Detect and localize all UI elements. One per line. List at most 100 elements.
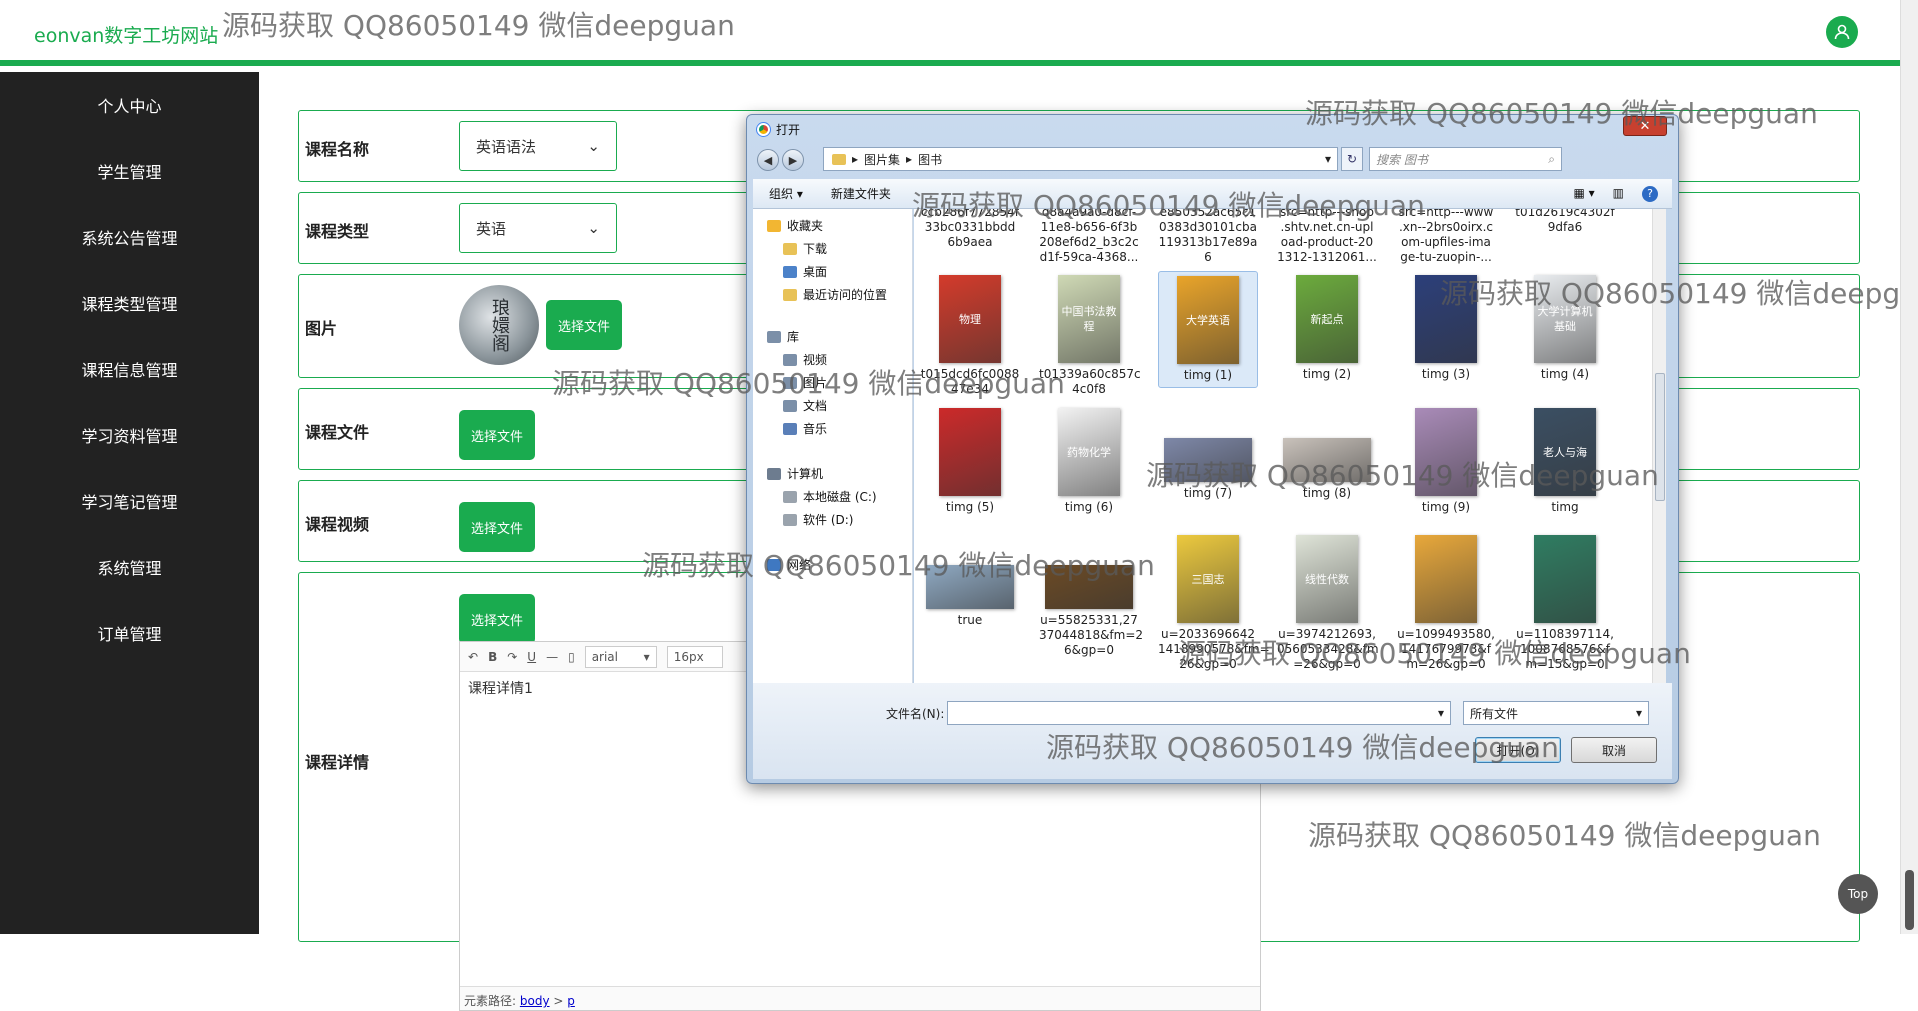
user-avatar-icon[interactable]	[1826, 16, 1858, 48]
chrome-icon	[756, 122, 771, 137]
cancel-button[interactable]: 取消	[1571, 737, 1657, 763]
course-video-label: 课程视频	[305, 515, 370, 534]
address-dropdown-icon[interactable]: ▾	[1325, 152, 1331, 166]
sidebar-item[interactable]: 学生管理	[0, 138, 259, 204]
nav-item[interactable]: 桌面	[783, 263, 827, 280]
file-thumbnail: 大学计算机基础	[1534, 275, 1596, 363]
back-to-top-button[interactable]: Top	[1838, 874, 1878, 914]
filename-input[interactable]: ▾	[947, 701, 1451, 725]
back-icon[interactable]: ◀	[757, 149, 779, 171]
sidebar-item[interactable]: 课程信息管理	[0, 336, 259, 402]
file-thumbnail: 中国书法教程	[1058, 275, 1120, 363]
sidebar-item[interactable]: 学习资料管理	[0, 402, 259, 468]
course-file-choose-button[interactable]: 选择文件	[459, 410, 535, 460]
file-item[interactable]: src=http---shop .shtv.net.cn-upl oad-pro…	[1277, 209, 1377, 265]
underline-icon[interactable]: U	[527, 650, 536, 664]
file-item[interactable]: timg (7)	[1158, 404, 1258, 505]
file-item[interactable]: d8a4a9a0-d8cf- 11e8-b656-6f3b 208ef6d2_b…	[1039, 209, 1139, 265]
search-input[interactable]: 搜索 图书 ⌕	[1369, 147, 1562, 171]
file-item[interactable]: ccb286f772854f 33bc0331bbdd 6b9aea	[920, 209, 1020, 250]
file-name: timg (7)	[1183, 486, 1233, 500]
element-path-p-link[interactable]: p	[567, 994, 575, 1008]
sidebar-item[interactable]: 课程类型管理	[0, 270, 259, 336]
file-item[interactable]: 大学英语 timg (1)	[1158, 271, 1258, 388]
element-path-body-link[interactable]: body	[520, 994, 550, 1008]
font-family-select[interactable]: arial ▾	[584, 645, 657, 668]
nav-item[interactable]: 文档	[783, 397, 827, 414]
file-item[interactable]: 药物化学 timg (6)	[1039, 404, 1139, 519]
forward-icon[interactable]: ▶	[782, 149, 804, 171]
chevron-down-icon: ▾	[1437, 706, 1444, 720]
open-button[interactable]: 打开(O)	[1475, 737, 1561, 763]
file-item[interactable]: 中国书法教程 t01339a60c857c 4c0f8	[1039, 271, 1141, 401]
nav-item[interactable]: 下载	[783, 240, 827, 257]
nav-item[interactable]: 最近访问的位置	[783, 286, 887, 303]
sidebar-item[interactable]: 系统管理	[0, 534, 259, 600]
sidebar-item[interactable]: 学习笔记管理	[0, 468, 259, 534]
refresh-icon[interactable]: ↻	[1341, 147, 1363, 171]
nav-item[interactable]: 本地磁盘 (C:)	[783, 488, 877, 505]
sidebar-item[interactable]: 个人中心	[0, 72, 259, 138]
file-item[interactable]: t01d2619c4302f 9dfa6	[1515, 209, 1615, 235]
nav-item[interactable]: 收藏夹	[767, 217, 823, 234]
file-name: ccb286f772854f 33bc0331bbdd 6b9aea	[921, 209, 1019, 249]
horizontal-rule-icon[interactable]: —	[546, 650, 558, 664]
nav-item[interactable]: 音乐	[783, 420, 827, 437]
breadcrumb-books[interactable]: 图书	[918, 151, 942, 168]
nav-item[interactable]: 网络	[767, 556, 811, 573]
file-item[interactable]: 老人与海 timg	[1515, 404, 1615, 519]
image-choose-file-button[interactable]: 选择文件	[546, 300, 622, 350]
nav-item-label: 音乐	[803, 422, 828, 436]
file-item[interactable]: 新起点 timg (2)	[1277, 271, 1377, 386]
sidebar-item[interactable]: 订单管理	[0, 600, 259, 666]
file-item[interactable]: 大学计算机基础 timg (4)	[1515, 271, 1615, 386]
file-name: d8a4a9a0-d8cf- 11e8-b656-6f3b 208ef6d2_b…	[1039, 209, 1139, 264]
new-folder-button[interactable]: 新建文件夹	[831, 185, 891, 202]
file-item[interactable]: 物理 t015dcd6fc0088 47e34	[920, 271, 1020, 401]
course-detail-choose-button[interactable]: 选择文件	[459, 594, 535, 644]
file-item[interactable]: timg (3)	[1396, 271, 1496, 386]
font-size-select[interactable]: 16px	[666, 645, 723, 668]
undo-icon[interactable]: ↶	[468, 650, 478, 664]
file-thumbnail	[1415, 275, 1477, 363]
filetype-select[interactable]: 所有文件 ▾	[1463, 701, 1649, 725]
nav-item[interactable]: 库	[767, 328, 799, 345]
document-icon[interactable]: ▯	[568, 650, 575, 664]
organize-button[interactable]: 组织 ▾	[769, 185, 803, 202]
course-video-choose-button[interactable]: 选择文件	[459, 502, 535, 552]
dialog-close-button[interactable]: ✕	[1623, 116, 1667, 136]
file-list-scrollbar[interactable]	[1652, 209, 1666, 683]
nav-item[interactable]: 视频	[783, 351, 827, 368]
nav-item[interactable]: 软件 (D:)	[783, 511, 853, 528]
sidebar-item[interactable]: 系统公告管理	[0, 204, 259, 270]
course-type-select[interactable]: 英语 ⌄	[459, 203, 617, 253]
file-item[interactable]: u=1108397114, 1008768576&f m=15&gp=0	[1515, 531, 1615, 676]
nav-item[interactable]: 计算机	[767, 465, 823, 482]
file-item[interactable]: u=55825331,27 37044818&fm=2 6&gp=0	[1039, 531, 1143, 662]
site-logo[interactable]: eonvan数字工坊网站	[34, 21, 218, 48]
file-name: t01339a60c857c 4c0f8	[1039, 367, 1141, 396]
redo-icon[interactable]: ↷	[507, 650, 517, 664]
file-item[interactable]: 三国志 u=2033696642 1418990578&fm= 26&gp=0	[1158, 531, 1270, 676]
help-icon[interactable]: ?	[1642, 185, 1658, 202]
file-name: true	[957, 613, 983, 627]
bold-icon[interactable]: B	[488, 650, 497, 664]
file-item[interactable]: u=1099493580, 1417679973&f m=26&gp=0	[1396, 531, 1496, 676]
file-item[interactable]: timg (8)	[1277, 404, 1377, 505]
file-item[interactable]: timg (9)	[1396, 404, 1496, 519]
view-options-icon[interactable]: ▦ ▾	[1573, 186, 1594, 202]
breadcrumb-images[interactable]: 图片集	[864, 151, 900, 168]
course-name-select[interactable]: 英语语法 ⌄	[459, 121, 617, 171]
page-scrollbar[interactable]	[1900, 0, 1918, 934]
file-item[interactable]: e850352ac65c1 0383d30101cba 119313b17e89…	[1158, 209, 1258, 265]
file-item[interactable]: timg (5)	[920, 404, 1020, 519]
file-thumbnail: 老人与海	[1534, 408, 1596, 496]
preview-pane-icon[interactable]: ▥	[1613, 186, 1624, 202]
file-item[interactable]: src=http---www .xn--2brs0oirx.c om-upfil…	[1396, 209, 1496, 265]
course-detail-label: 课程详情	[305, 753, 370, 772]
file-item[interactable]: 线性代数 u=3974212693, 0560533428&fm =26&gp=0	[1277, 531, 1379, 676]
address-box[interactable]: ▸ 图片集 ▸ 图书 ▾	[823, 147, 1338, 171]
file-name: timg (1)	[1183, 368, 1233, 382]
nav-item[interactable]: 图片	[783, 374, 827, 391]
file-item[interactable]: true	[920, 531, 1020, 632]
